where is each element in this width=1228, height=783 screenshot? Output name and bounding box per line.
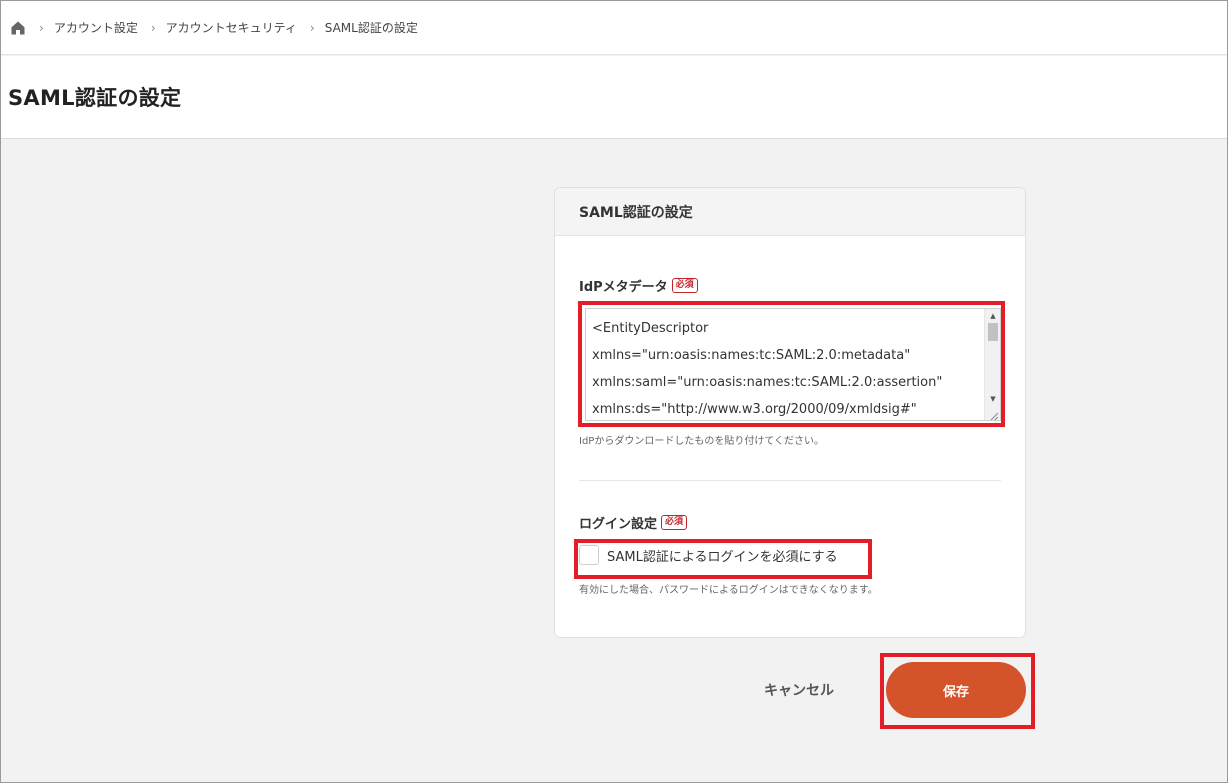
divider: [579, 480, 1001, 481]
scrollbar-thumb[interactable]: [988, 323, 998, 341]
require-saml-login-checkbox[interactable]: [579, 545, 599, 565]
login-setting-help: 有効にした場合、パスワードによるログインはできなくなります。: [579, 585, 878, 596]
scroll-down-icon[interactable]: ▼: [985, 392, 1000, 406]
breadcrumb-item-account-settings[interactable]: アカウント設定: [54, 19, 138, 36]
required-badge: 必須: [671, 278, 698, 293]
saml-settings-card: SAML認証の設定 IdPメタデータ 必須 <EntityDescriptor …: [554, 187, 1026, 638]
textarea-scrollbar[interactable]: ▲ ▼: [984, 309, 1000, 420]
home-icon[interactable]: [10, 20, 26, 36]
page: › アカウント設定 › アカウントセキュリティ › SAML認証の設定 SAML…: [0, 0, 1228, 783]
metadata-line: xmlns:saml="urn:oasis:names:tc:SAML:2.0:…: [592, 375, 943, 390]
cancel-button[interactable]: キャンセル: [753, 675, 845, 705]
login-setting-label: ログイン設定 必須: [579, 513, 688, 532]
require-saml-login-label[interactable]: SAML認証によるログインを必須にする: [607, 546, 838, 565]
required-badge: 必須: [661, 515, 688, 530]
chevron-right-icon: ›: [150, 20, 156, 35]
metadata-line: xmlns="urn:oasis:names:tc:SAML:2.0:metad…: [592, 348, 911, 363]
scroll-up-icon[interactable]: ▲: [985, 309, 1000, 323]
metadata-line: xmlns:ds="http://www.w3.org/2000/09/xmld…: [592, 402, 917, 417]
login-setting-label-text: ログイン設定: [579, 517, 658, 532]
require-saml-login-option[interactable]: SAML認証によるログインを必須にする: [579, 545, 838, 565]
chevron-right-icon: ›: [39, 20, 44, 35]
breadcrumb: › アカウント設定 › アカウントセキュリティ › SAML認証の設定: [1, 1, 1227, 55]
page-title: SAML認証の設定: [8, 86, 182, 110]
idp-metadata-help: IdPからダウンロードしたものを貼り付けてください。: [579, 436, 825, 447]
idp-metadata-label: IdPメタデータ 必須: [579, 276, 698, 295]
idp-metadata-content: <EntityDescriptor xmlns="urn:oasis:names…: [592, 315, 982, 420]
idp-metadata-label-text: IdPメタデータ: [579, 280, 668, 295]
resize-grip-icon[interactable]: [987, 407, 999, 420]
metadata-line: <EntityDescriptor: [592, 321, 709, 336]
chevron-right-icon: ›: [309, 20, 315, 35]
save-button[interactable]: 保存: [886, 662, 1026, 718]
card-title: SAML認証の設定: [555, 188, 1025, 236]
title-bar: SAML認証の設定: [1, 56, 1227, 139]
idp-metadata-textarea[interactable]: <EntityDescriptor xmlns="urn:oasis:names…: [585, 308, 1001, 421]
breadcrumb-item-current: SAML認証の設定: [324, 21, 418, 35]
breadcrumb-item-account-security[interactable]: アカウントセキュリティ: [166, 19, 297, 36]
